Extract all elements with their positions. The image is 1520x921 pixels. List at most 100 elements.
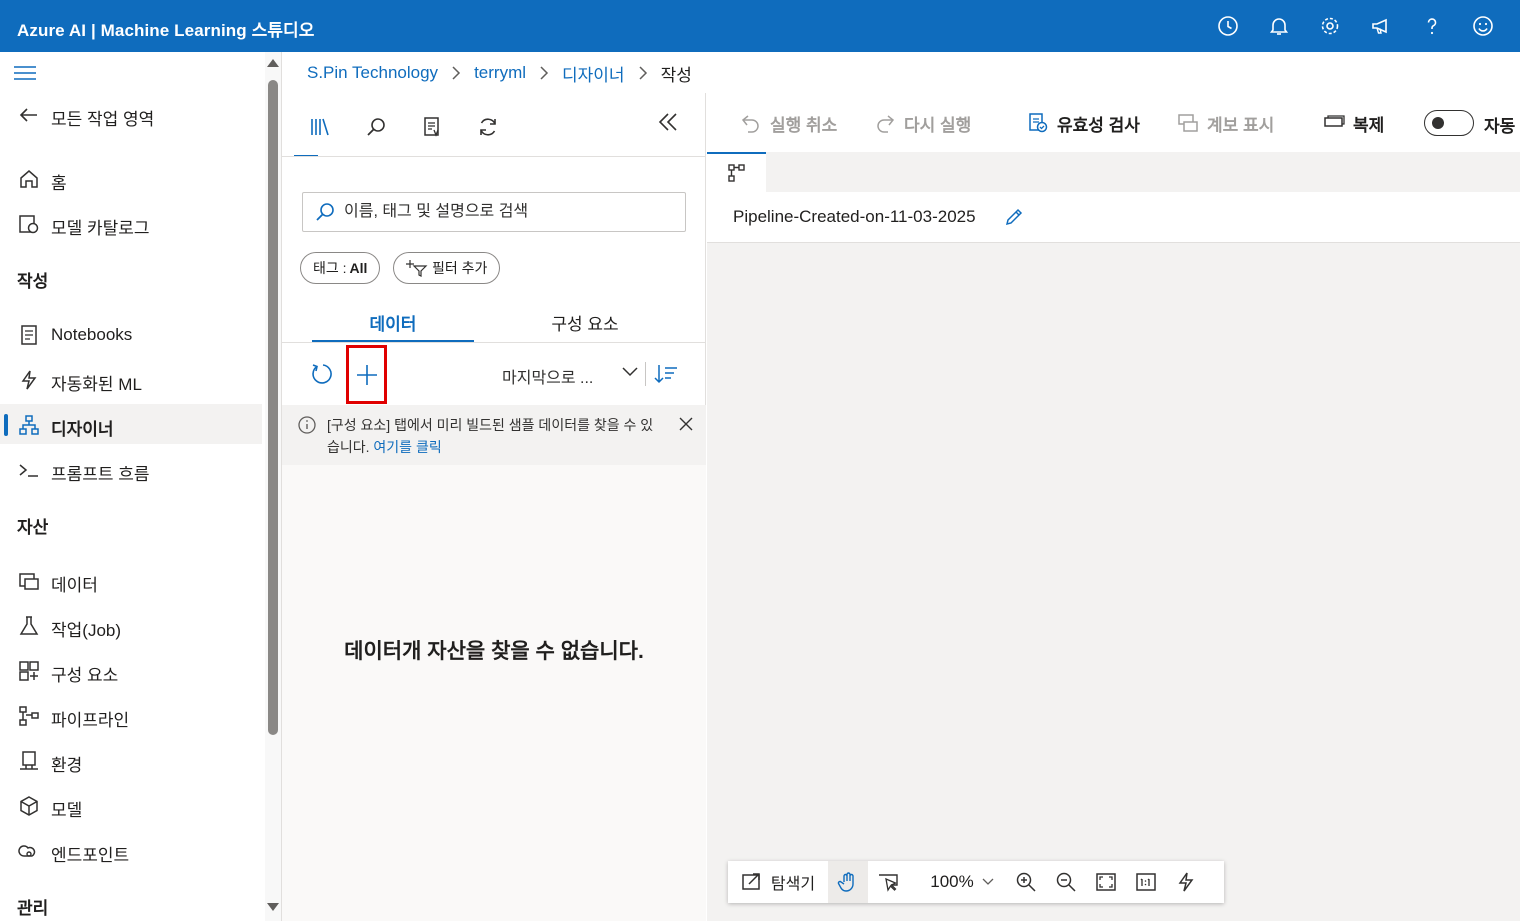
- validate-icon: [1029, 113, 1048, 133]
- nav-item-endpoints[interactable]: 엔드포인트: [0, 830, 262, 870]
- breadcrumb: S.Pin Technology terryml 디자이너 작성: [307, 60, 692, 86]
- nav-item-data[interactable]: 데이터: [0, 560, 262, 600]
- nav-item-label: 모델: [51, 801, 83, 820]
- close-icon[interactable]: [679, 417, 693, 431]
- hamburger-menu-icon[interactable]: [14, 66, 36, 80]
- nav-item-designer[interactable]: 디자이너: [0, 404, 262, 444]
- document-tab[interactable]: [404, 107, 460, 147]
- history-icon[interactable]: [1202, 12, 1253, 40]
- nav-item-environments[interactable]: 환경: [0, 740, 262, 780]
- smiley-icon[interactable]: [1457, 12, 1508, 40]
- nav-item-label: Notebooks: [51, 325, 133, 344]
- app-title[interactable]: Azure AI | Machine Learning 스튜디오: [17, 16, 315, 41]
- tab-components[interactable]: 구성 요소: [504, 301, 666, 343]
- chevron-down-icon[interactable]: [622, 367, 638, 377]
- notebook-icon: [18, 324, 40, 346]
- breadcrumb-org[interactable]: S.Pin Technology: [307, 63, 438, 83]
- nav-item-pipelines[interactable]: 파이프라인: [0, 695, 262, 735]
- nav-item-label: 데이터: [51, 576, 98, 595]
- fit-to-screen-button[interactable]: [1086, 861, 1126, 903]
- explorer-button[interactable]: 탐색기: [728, 861, 828, 903]
- add-filter-label: 필터 추가: [432, 260, 488, 276]
- environment-icon: [18, 750, 40, 772]
- tab-data[interactable]: 데이터: [312, 301, 474, 343]
- nav-item-model-catalog[interactable]: 모델 카탈로그: [0, 203, 262, 243]
- megaphone-icon[interactable]: [1355, 12, 1406, 40]
- zoom-out-button[interactable]: [1046, 861, 1086, 903]
- gear-icon[interactable]: [1304, 12, 1355, 40]
- asset-command-row: 마지막으로 ...: [282, 345, 706, 404]
- zoom-level-value: 100%: [930, 872, 974, 891]
- zoom-in-button[interactable]: [1006, 861, 1046, 903]
- components-icon: [18, 660, 40, 682]
- add-filter-button[interactable]: 필터 추가: [393, 252, 501, 284]
- nav-item-label: 자동화된 ML: [51, 375, 142, 394]
- show-lineage-button[interactable]: 계보 표시: [1177, 111, 1274, 135]
- validate-button[interactable]: 유효성 검사: [1027, 111, 1140, 135]
- back-arrow-icon: [18, 104, 40, 126]
- asset-library-panel: 태그 : All 필터 추가 데이터 구성 요소 마지막으로 ... [구성 요…: [282, 93, 706, 921]
- collapse-panel-icon[interactable]: [657, 111, 679, 133]
- auto-layout-icon: [1178, 872, 1194, 892]
- sort-dropdown-label[interactable]: 마지막으로 ...: [502, 364, 593, 388]
- job-icon: [18, 615, 40, 637]
- tag-filter-chip[interactable]: 태그 : All: [300, 252, 381, 284]
- nav-section-author: 작성: [17, 272, 49, 291]
- hand-icon: [837, 872, 854, 892]
- pipeline-graph-tab[interactable]: [707, 152, 766, 192]
- scroll-down-arrow-icon[interactable]: [266, 902, 280, 912]
- info-message-link[interactable]: 여기를 클릭: [373, 439, 441, 455]
- catalog-icon: [18, 213, 40, 235]
- bell-icon[interactable]: [1253, 12, 1304, 40]
- autosave-toggle[interactable]: [1424, 110, 1474, 136]
- nav-item-jobs[interactable]: 작업(Job): [0, 605, 262, 645]
- breadcrumb-current: 작성: [660, 65, 692, 85]
- help-icon[interactable]: [1406, 12, 1457, 40]
- asset-type-tabs: 데이터 구성 요소: [312, 301, 706, 343]
- refresh-assets-button[interactable]: [309, 362, 333, 386]
- nav-all-workspaces[interactable]: 모든 작업 영역: [0, 94, 262, 134]
- redo-button[interactable]: 다시 실행: [874, 111, 971, 135]
- undo-button[interactable]: 실행 취소: [740, 111, 837, 135]
- panel-divider: [282, 156, 706, 157]
- refresh-tab[interactable]: [460, 107, 516, 147]
- asset-list-area: 데이터개 자산을 찾을 수 없습니다.: [282, 465, 706, 921]
- nav-item-models[interactable]: 모델: [0, 785, 262, 825]
- actual-size-button[interactable]: [1126, 861, 1166, 903]
- zoom-level-dropdown[interactable]: 100%: [924, 861, 1000, 903]
- breadcrumb-workspace[interactable]: terryml: [474, 63, 526, 83]
- pipeline-icon: [18, 705, 40, 727]
- search-icon: [316, 203, 334, 221]
- tabs-divider: [282, 342, 706, 343]
- nav-item-home[interactable]: 홈: [0, 158, 262, 198]
- auto-layout-button[interactable]: [1166, 861, 1206, 903]
- pipeline-graph-icon: [727, 164, 745, 182]
- designer-icon: [18, 414, 40, 436]
- autosave-label: 자동: [1484, 117, 1516, 136]
- select-mode-button[interactable]: [868, 861, 908, 903]
- home-icon: [18, 168, 40, 190]
- actual-size-icon: [1136, 873, 1156, 891]
- nav-item-automl[interactable]: 자동화된 ML: [0, 359, 262, 399]
- nav-item-notebooks[interactable]: Notebooks: [0, 314, 262, 354]
- undo-icon: [741, 115, 759, 133]
- nav-item-prompt-flow[interactable]: 프롬프트 흐름: [0, 449, 262, 489]
- clone-button[interactable]: 복제: [1323, 111, 1384, 135]
- nav-scrollbar-thumb[interactable]: [268, 80, 278, 735]
- pan-mode-button[interactable]: [828, 861, 868, 903]
- library-tab[interactable]: [292, 107, 348, 157]
- lineage-icon: [1178, 114, 1198, 132]
- scroll-up-arrow-icon[interactable]: [266, 58, 280, 68]
- asset-search-box[interactable]: [302, 192, 686, 232]
- breadcrumb-designer[interactable]: 디자이너: [562, 61, 625, 86]
- edit-pencil-icon[interactable]: [1003, 206, 1025, 228]
- add-data-button[interactable]: [346, 345, 387, 404]
- canvas-tab-strip: [707, 152, 1520, 192]
- asset-search-input[interactable]: [344, 203, 664, 221]
- nav-item-components[interactable]: 구성 요소: [0, 650, 262, 690]
- left-navigation: 모든 작업 영역 홈 모델 카탈로그 작성 Notebooks 자동화된 ML …: [0, 52, 282, 921]
- nav-item-label: 모델 카탈로그: [51, 219, 150, 238]
- nav-item-label: 환경: [51, 756, 83, 775]
- search-tab[interactable]: [348, 107, 404, 147]
- sort-order-icon[interactable]: [654, 362, 678, 386]
